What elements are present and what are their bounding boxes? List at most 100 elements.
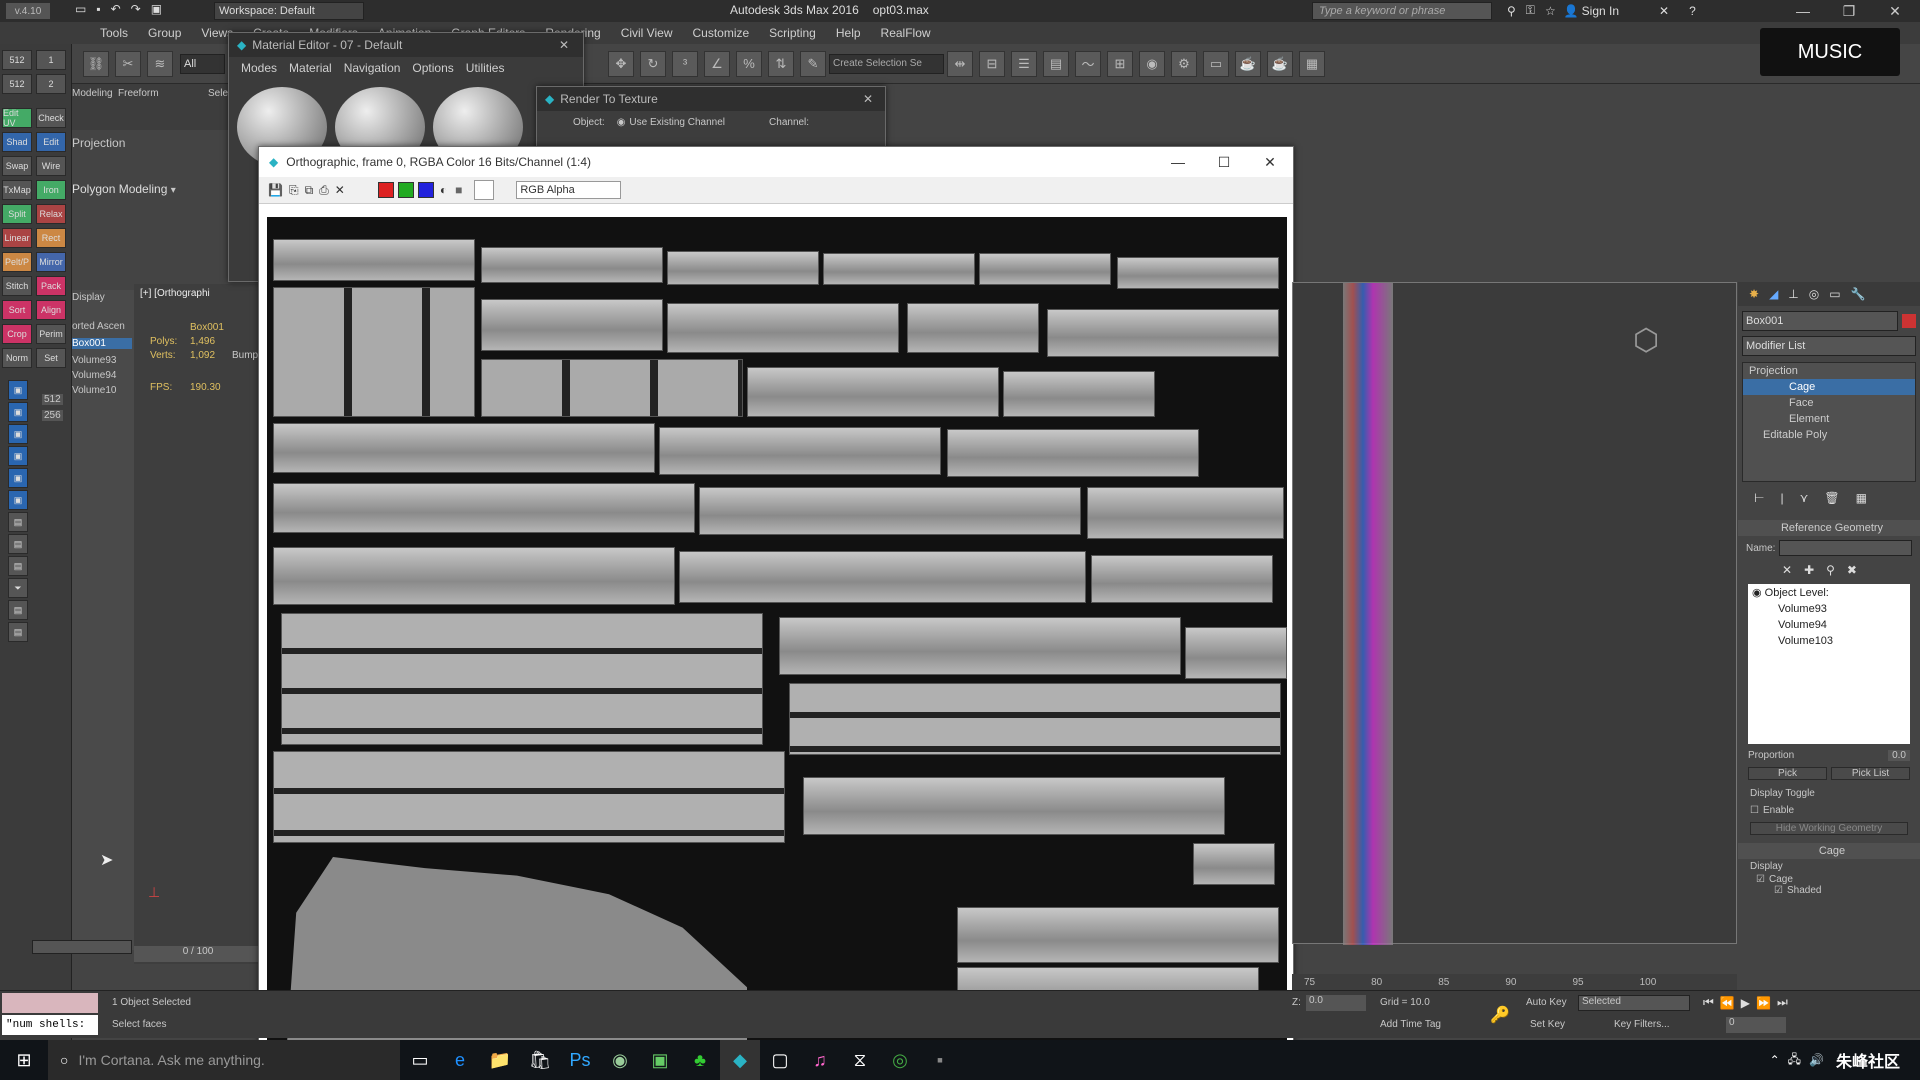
stitch-button[interactable]: Stitch (2, 276, 32, 296)
cortana-search[interactable]: ○ I'm Cortana. Ask me anything. (48, 1040, 400, 1080)
shad-button[interactable]: Shad (2, 132, 32, 152)
viewport-label[interactable]: [+] [Orthographi (140, 288, 262, 299)
key-icon[interactable]: 🔑 (1490, 1005, 1510, 1025)
crop-button[interactable]: Crop (2, 324, 32, 344)
next-frame-icon[interactable]: ⏩ (1756, 996, 1771, 1010)
ref-volume94[interactable]: Volume94 (1748, 617, 1910, 633)
menu-realflow[interactable]: RealFlow (871, 26, 941, 40)
pick-list-button[interactable]: Pick List (1831, 767, 1910, 780)
ribbon-tab-freeform[interactable]: Freeform (118, 88, 159, 99)
chrome-icon[interactable]: ◎ (880, 1040, 920, 1080)
blue-channel-toggle[interactable] (417, 182, 434, 198)
iron-button[interactable]: Iron (36, 180, 66, 200)
render-canvas[interactable] (267, 217, 1287, 1043)
percent-snap-icon[interactable]: % (736, 50, 762, 77)
print-icon[interactable]: ⎙ (319, 183, 329, 198)
rect-button[interactable]: Rect (36, 228, 66, 248)
render-iterative-icon[interactable]: ☕ (1267, 50, 1293, 77)
stack-editable-poly[interactable]: Editable Poly (1743, 427, 1915, 443)
edge-icon[interactable]: e (440, 1040, 480, 1080)
viewcube-icon[interactable]: ⬡ (1633, 323, 1703, 363)
edit-named-selection-icon[interactable]: ✎ (800, 50, 826, 77)
start-button[interactable]: ⊞ (0, 1040, 48, 1080)
clear-icon[interactable]: ✕ (335, 183, 345, 197)
mirror-button[interactable]: Mirror (36, 252, 66, 272)
proportion-spinner[interactable]: 0.0 (1888, 750, 1910, 761)
edit-uv-button[interactable]: Edit UV (2, 108, 32, 128)
green-channel-toggle[interactable] (397, 182, 414, 198)
tool-icon-8[interactable]: ▤ (8, 534, 28, 554)
tool-icon-4[interactable]: ▣ (8, 446, 28, 466)
motion-tab-icon[interactable]: ◎ (1809, 287, 1819, 301)
stack-cage[interactable]: Cage (1743, 379, 1915, 395)
sort-button[interactable]: Sort (2, 300, 32, 320)
frame-maximize-button[interactable]: ☐ (1201, 154, 1247, 171)
tool-icon-5[interactable]: ▣ (8, 468, 28, 488)
clone-window-icon[interactable]: ⧉ (305, 183, 314, 198)
modifier-list-dropdown[interactable]: Modifier List (1742, 336, 1916, 356)
spinner-snap-icon[interactable]: ⇅ (768, 50, 794, 77)
pick-button[interactable]: Pick (1748, 767, 1827, 780)
user-icon[interactable]: 👤 (1564, 4, 1579, 18)
project-icon[interactable]: ▣ (151, 2, 162, 16)
open-icon[interactable]: ▭ (75, 2, 86, 16)
tool-icon-11[interactable]: ▤ (8, 622, 28, 642)
undo-icon[interactable]: ↶ (111, 2, 121, 16)
subscription-icon[interactable]: ⚿ (1526, 3, 1535, 18)
task-view-icon[interactable]: ▭ (400, 1040, 440, 1080)
filter-icon[interactable]: ⏷ (8, 578, 28, 598)
search-input[interactable]: Type a keyword or phrase (1312, 2, 1492, 20)
workspace-dropdown[interactable]: Workspace: Default (214, 2, 364, 20)
unlink-icon[interactable]: ✂ (115, 50, 141, 77)
frame-minimize-button[interactable]: — (1155, 154, 1201, 170)
red-channel-toggle[interactable] (377, 182, 394, 198)
txmap-button[interactable]: TxMap (2, 180, 32, 200)
go-to-end-icon[interactable]: ⏭ (1777, 995, 1788, 1010)
angle-snap-icon[interactable]: ∠ (704, 50, 730, 77)
schematic-view-icon[interactable]: ⊞ (1107, 50, 1133, 77)
minimize-button[interactable]: — (1780, 3, 1826, 19)
texsize-512-a[interactable]: 512 (2, 50, 32, 70)
check-button[interactable]: Check (36, 108, 66, 128)
rtt-radio-icon[interactable]: ◉ (617, 117, 626, 128)
mono-toggle-icon[interactable]: ■ (455, 183, 462, 197)
render-setup-icon[interactable]: ⚙ (1171, 50, 1197, 77)
set-button[interactable]: Set (36, 348, 66, 368)
close-button[interactable]: ✕ (1872, 3, 1918, 20)
make-unique-icon[interactable]: ⋎ (1800, 491, 1809, 505)
menu-group[interactable]: Group (138, 26, 191, 40)
texsize-2[interactable]: 2 (36, 74, 66, 94)
edit-button[interactable]: Edit (36, 132, 66, 152)
remove-modifier-icon[interactable]: 🗑 (1824, 491, 1839, 505)
color-swatch[interactable] (474, 180, 495, 200)
modify-tab-icon[interactable]: ◢ (1769, 287, 1778, 301)
polygon-modeling-bar[interactable]: Polygon Modeling ▾ (72, 182, 232, 200)
maxscript-listener-input[interactable] (2, 993, 98, 1013)
snap-icon[interactable]: ³ (672, 50, 698, 77)
cage-rollout[interactable]: Cage (1738, 843, 1920, 859)
tool-icon-10[interactable]: ▤ (8, 600, 28, 620)
menu-customize[interactable]: Customize (682, 26, 759, 40)
pick-icon[interactable]: ⚲ (1826, 563, 1835, 577)
split-button[interactable]: Split (2, 204, 32, 224)
me-menu-options[interactable]: Options (406, 61, 459, 75)
pack-button[interactable]: Pack (36, 276, 66, 296)
tool-icon-9[interactable]: ▤ (8, 556, 28, 576)
texsize-1[interactable]: 1 (36, 50, 66, 70)
stack-projection[interactable]: Projection (1743, 363, 1915, 379)
app-icon-5[interactable]: ⧖ (840, 1040, 880, 1080)
exchange-icon[interactable]: ✕ (1659, 4, 1669, 18)
binoculars-icon[interactable]: ⚲ (1507, 4, 1516, 18)
photoshop-icon[interactable]: Ps (560, 1040, 600, 1080)
mirror-icon[interactable]: ⇹ (947, 50, 973, 77)
me-menu-navigation[interactable]: Navigation (338, 61, 407, 75)
hierarchy-tab-icon[interactable]: ⊥ (1788, 287, 1798, 301)
menu-tools[interactable]: Tools (90, 26, 138, 40)
save-image-icon[interactable]: 💾 (268, 183, 283, 197)
network-icon[interactable]: 🖧 (1788, 1050, 1801, 1071)
rendered-frame-window-icon[interactable]: ▭ (1203, 50, 1229, 77)
me-menu-utilities[interactable]: Utilities (460, 61, 511, 75)
ribbon-tab-modeling[interactable]: Modeling (72, 88, 113, 99)
texsize-512-c[interactable]: 512 (42, 394, 63, 405)
current-frame-field[interactable]: 0 (1726, 1017, 1786, 1033)
